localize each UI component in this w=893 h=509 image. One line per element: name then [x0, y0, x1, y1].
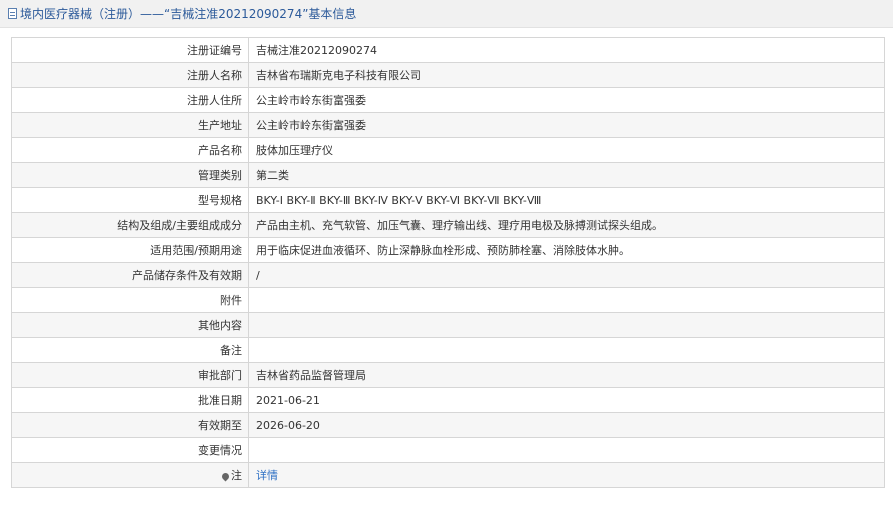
field-value: 2026-06-20 [248, 412, 885, 438]
table-row: 管理类别 第二类 [11, 162, 885, 188]
field-value: 用于临床促进血液循环、防止深静脉血栓形成、预防肺栓塞、消除肢体水肿。 [248, 237, 885, 263]
field-label: 附件 [11, 287, 249, 313]
page-title-bar: 境内医疗器械（注册）——“吉械注准20212090274”基本信息 [0, 0, 893, 28]
field-label: 变更情况 [11, 437, 249, 463]
table-row: 批准日期 2021-06-21 [11, 387, 885, 413]
field-value: 2021-06-21 [248, 387, 885, 413]
field-label: 注册证编号 [11, 37, 249, 63]
table-row: 注册人住所 公主岭市岭东街富强委 [11, 87, 885, 113]
table-row: 注册证编号 吉械注准20212090274 [11, 37, 885, 63]
table-row: 审批部门 吉林省药品监督管理局 [11, 362, 885, 388]
field-label: 型号规格 [11, 187, 249, 213]
field-value: 吉林省药品监督管理局 [248, 362, 885, 388]
table-row: 变更情况 [11, 437, 885, 463]
table-row: 产品名称 肢体加压理疗仪 [11, 137, 885, 163]
field-label: 审批部门 [11, 362, 249, 388]
field-label: 适用范围/预期用途 [11, 237, 249, 263]
field-label: 有效期至 [11, 412, 249, 438]
field-label: 结构及组成/主要组成成分 [11, 212, 249, 238]
field-value: 吉林省布瑞斯克电子科技有限公司 [248, 62, 885, 88]
field-value: 公主岭市岭东街富强委 [248, 112, 885, 138]
field-value [248, 337, 885, 363]
field-label: 备注 [11, 337, 249, 363]
field-value [248, 437, 885, 463]
table-row: 有效期至 2026-06-20 [11, 412, 885, 438]
table-row: 生产地址 公主岭市岭东街富强委 [11, 112, 885, 138]
table-row: 结构及组成/主要组成成分 产品由主机、充气软管、加压气囊、理疗输出线、理疗用电极及… [11, 212, 885, 238]
field-label: 批准日期 [11, 387, 249, 413]
note-row: 注 详情 [11, 462, 885, 488]
document-icon [8, 8, 17, 19]
field-value: 公主岭市岭东街富强委 [248, 87, 885, 113]
field-label: 其他内容 [11, 312, 249, 338]
table-row: 型号规格 BKY-Ⅰ BKY-Ⅱ BKY-Ⅲ BKY-Ⅳ BKY-Ⅴ BKY-Ⅵ … [11, 187, 885, 213]
field-value: BKY-Ⅰ BKY-Ⅱ BKY-Ⅲ BKY-Ⅳ BKY-Ⅴ BKY-Ⅵ BKY-… [248, 187, 885, 213]
table-row: 附件 [11, 287, 885, 313]
field-label: 生产地址 [11, 112, 249, 138]
table-row: 注册人名称 吉林省布瑞斯克电子科技有限公司 [11, 62, 885, 88]
field-value: 肢体加压理疗仪 [248, 137, 885, 163]
field-label: 注册人名称 [11, 62, 249, 88]
pin-icon [220, 471, 231, 481]
field-value: 第二类 [248, 162, 885, 188]
field-value [248, 287, 885, 313]
info-table: 注册证编号 吉械注准20212090274 注册人名称 吉林省布瑞斯克电子科技有限公… [11, 37, 885, 488]
table-row: 其他内容 [11, 312, 885, 338]
note-value-cell: 详情 [248, 462, 885, 488]
details-link[interactable]: 详情 [256, 469, 278, 482]
note-label-cell: 注 [11, 462, 249, 488]
field-label: 注册人住所 [11, 87, 249, 113]
page-title: 境内医疗器械（注册）——“吉械注准20212090274”基本信息 [20, 6, 357, 21]
field-label: 产品储存条件及有效期 [11, 262, 249, 288]
table-row: 产品储存条件及有效期 / [11, 262, 885, 288]
field-label: 管理类别 [11, 162, 249, 188]
info-table-container: 注册证编号 吉械注准20212090274 注册人名称 吉林省布瑞斯克电子科技有限公… [0, 28, 893, 488]
note-label: 注 [231, 469, 242, 482]
field-value: 产品由主机、充气软管、加压气囊、理疗输出线、理疗用电极及脉搏测试探头组成。 [248, 212, 885, 238]
field-value: / [248, 262, 885, 288]
table-row: 备注 [11, 337, 885, 363]
table-row: 适用范围/预期用途 用于临床促进血液循环、防止深静脉血栓形成、预防肺栓塞、消除肢体… [11, 237, 885, 263]
field-value [248, 312, 885, 338]
field-value: 吉械注准20212090274 [248, 37, 885, 63]
field-label: 产品名称 [11, 137, 249, 163]
